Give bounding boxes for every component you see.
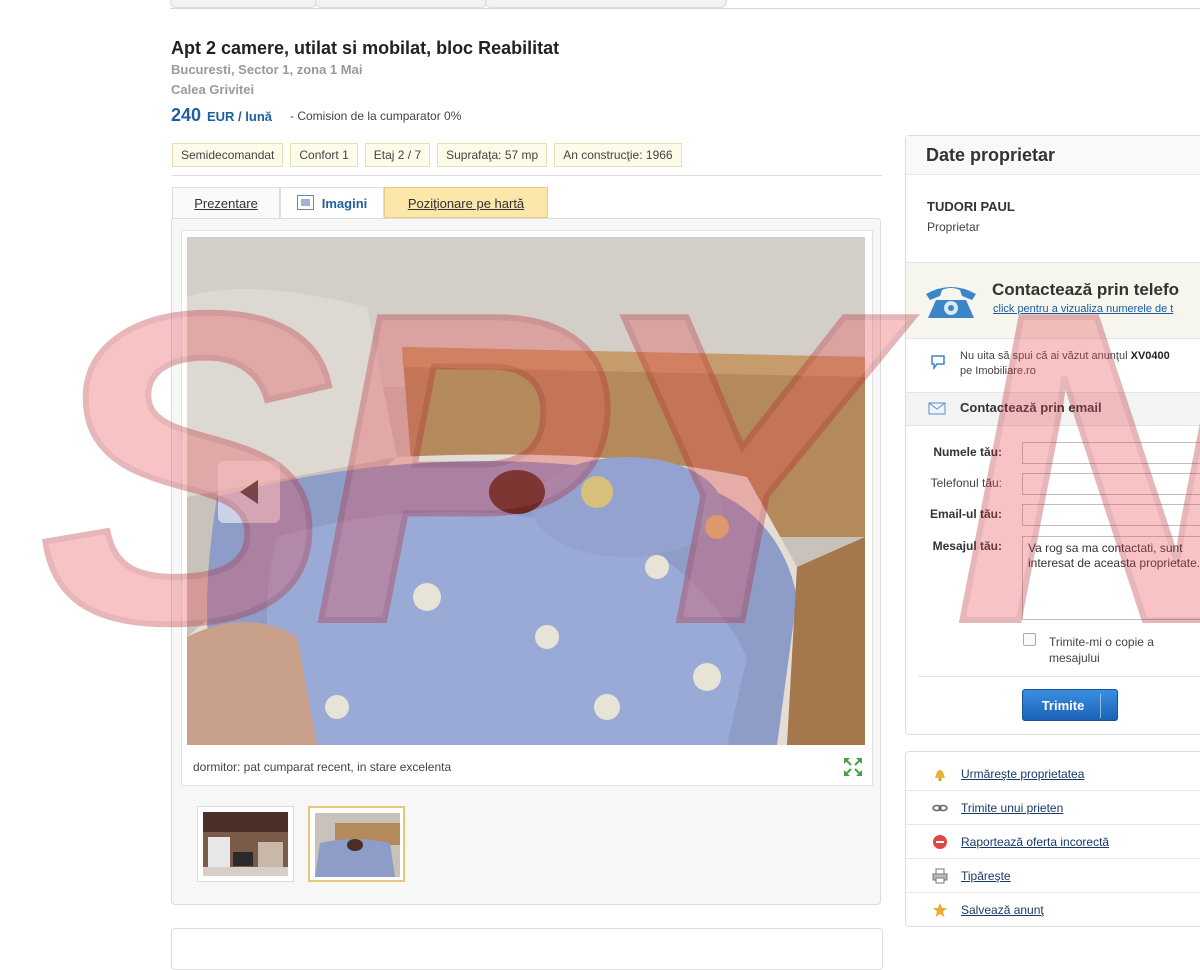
chip-layout: Semidecomandat bbox=[172, 143, 284, 167]
top-tab-3[interactable] bbox=[485, 0, 727, 8]
action-report-label: Raportează oferta incorectă bbox=[961, 835, 1110, 849]
reminder-site: pe Imobiliare.ro bbox=[960, 365, 1036, 377]
thumbnail-kitchen[interactable] bbox=[197, 806, 294, 882]
show-phone-link[interactable]: click pentru a vizualiza numerele de t bbox=[993, 303, 1173, 315]
price-unit: EUR / lună bbox=[207, 109, 273, 124]
top-tab-1[interactable] bbox=[170, 0, 317, 8]
main-photo[interactable] bbox=[187, 237, 865, 745]
tab-images-label: Imagini bbox=[321, 196, 368, 211]
chip-area: Suprafaţa: 57 mp bbox=[437, 143, 548, 167]
feature-chips: Semidecomandat Confort 1 Etaj 2 / 7 Supr… bbox=[172, 143, 682, 167]
commission-note: - Comision de la cumparator 0% bbox=[290, 109, 462, 123]
bell-icon bbox=[935, 770, 945, 781]
phone-input[interactable] bbox=[1022, 473, 1200, 495]
listing-price: 240 bbox=[171, 105, 202, 125]
send-copy-label: Trimite-mi o copie a mesajului bbox=[1049, 635, 1154, 665]
action-send-friend-label: Trimite unui prieten bbox=[961, 801, 1064, 815]
images-icon bbox=[296, 195, 314, 210]
no-entry-icon bbox=[933, 835, 947, 849]
listing-code: XV0400 bbox=[1130, 350, 1170, 362]
phone-contact-title: Contactează prin telefo bbox=[992, 280, 1180, 299]
email-label: Email-ul tău: bbox=[929, 507, 1002, 521]
email-contact-title: Contactează prin email bbox=[960, 400, 1102, 415]
arrow-left-icon bbox=[240, 480, 258, 504]
action-follow[interactable]: Urmăreşte proprietatea bbox=[906, 757, 1200, 791]
listing-street: Calea Grivitei bbox=[171, 82, 255, 97]
reminder-text: Nu uita să spui că ai văzut anunţul bbox=[960, 350, 1128, 362]
previous-photo-button[interactable] bbox=[218, 461, 280, 523]
owner-role: Proprietar bbox=[927, 220, 980, 234]
tab-images[interactable]: Imagini bbox=[280, 187, 384, 218]
chip-comfort: Confort 1 bbox=[290, 143, 358, 167]
owner-section-title: Date proprietar bbox=[926, 145, 1056, 165]
chip-floor: Etaj 2 / 7 bbox=[364, 143, 431, 167]
top-tab-strip bbox=[170, 0, 1200, 9]
action-save-label: Salvează anunţ bbox=[961, 903, 1044, 917]
send-button[interactable]: Trimite bbox=[1022, 689, 1118, 721]
name-label: Numele tău: bbox=[933, 445, 1002, 459]
tab-presentation-label: Prezentare bbox=[194, 196, 258, 211]
chip-year: An construcţie: 1966 bbox=[554, 143, 682, 167]
photo-caption: dormitor: pat cumparat recent, in stare … bbox=[193, 760, 452, 774]
top-tab-2[interactable] bbox=[315, 0, 487, 8]
bedroom-thumbnail-image bbox=[315, 813, 400, 877]
email-input[interactable] bbox=[1022, 504, 1200, 526]
divider bbox=[172, 175, 882, 176]
link-icon bbox=[932, 804, 948, 812]
listing-location: Bucuresti, Sector 1, zona 1 Mai bbox=[171, 62, 363, 77]
divider bbox=[918, 676, 1200, 677]
fullscreen-button[interactable] bbox=[842, 756, 864, 778]
reminder-note: Nu uita să spui că ai văzut anunţul XV04… bbox=[960, 349, 1170, 379]
action-save[interactable]: Salvează anunţ bbox=[906, 893, 1200, 927]
message-textarea[interactable]: Va rog sa ma contactati, sunt interesat … bbox=[1022, 536, 1200, 620]
action-report[interactable]: Raportează oferta incorectă bbox=[906, 825, 1200, 859]
bedroom-photo-image bbox=[187, 237, 865, 745]
action-follow-label: Urmăreşte proprietatea bbox=[961, 767, 1085, 781]
tab-presentation[interactable]: Prezentare bbox=[172, 187, 280, 218]
action-print-label: Tipăreşte bbox=[961, 869, 1011, 883]
send-copy-checkbox[interactable] bbox=[1023, 633, 1036, 646]
printer-icon bbox=[932, 868, 948, 884]
name-input[interactable] bbox=[1022, 442, 1200, 464]
expand-icon bbox=[844, 758, 862, 776]
message-label: Mesajul tău: bbox=[932, 539, 1002, 553]
next-section-panel bbox=[171, 928, 883, 970]
envelope-icon bbox=[928, 402, 946, 420]
star-icon bbox=[933, 903, 947, 917]
listing-title: Apt 2 camere, utilat si mobilat, bloc Re… bbox=[171, 38, 560, 58]
phone-label: Telefonul tău: bbox=[930, 476, 1002, 490]
tab-map-label: Poziţionare pe hartă bbox=[407, 196, 525, 211]
tab-map[interactable]: Poziţionare pe hartă bbox=[384, 187, 548, 218]
telephone-icon bbox=[922, 280, 980, 325]
speech-bubble-icon bbox=[930, 354, 946, 375]
thumbnail-bedroom[interactable] bbox=[308, 806, 405, 882]
action-send-friend[interactable]: Trimite unui prieten bbox=[906, 791, 1200, 825]
kitchen-thumbnail-image bbox=[203, 812, 288, 876]
owner-name: TUDORI PAUL bbox=[927, 199, 1015, 214]
action-print[interactable]: Tipăreşte bbox=[906, 859, 1200, 893]
send-button-label: Trimite bbox=[1041, 698, 1085, 713]
